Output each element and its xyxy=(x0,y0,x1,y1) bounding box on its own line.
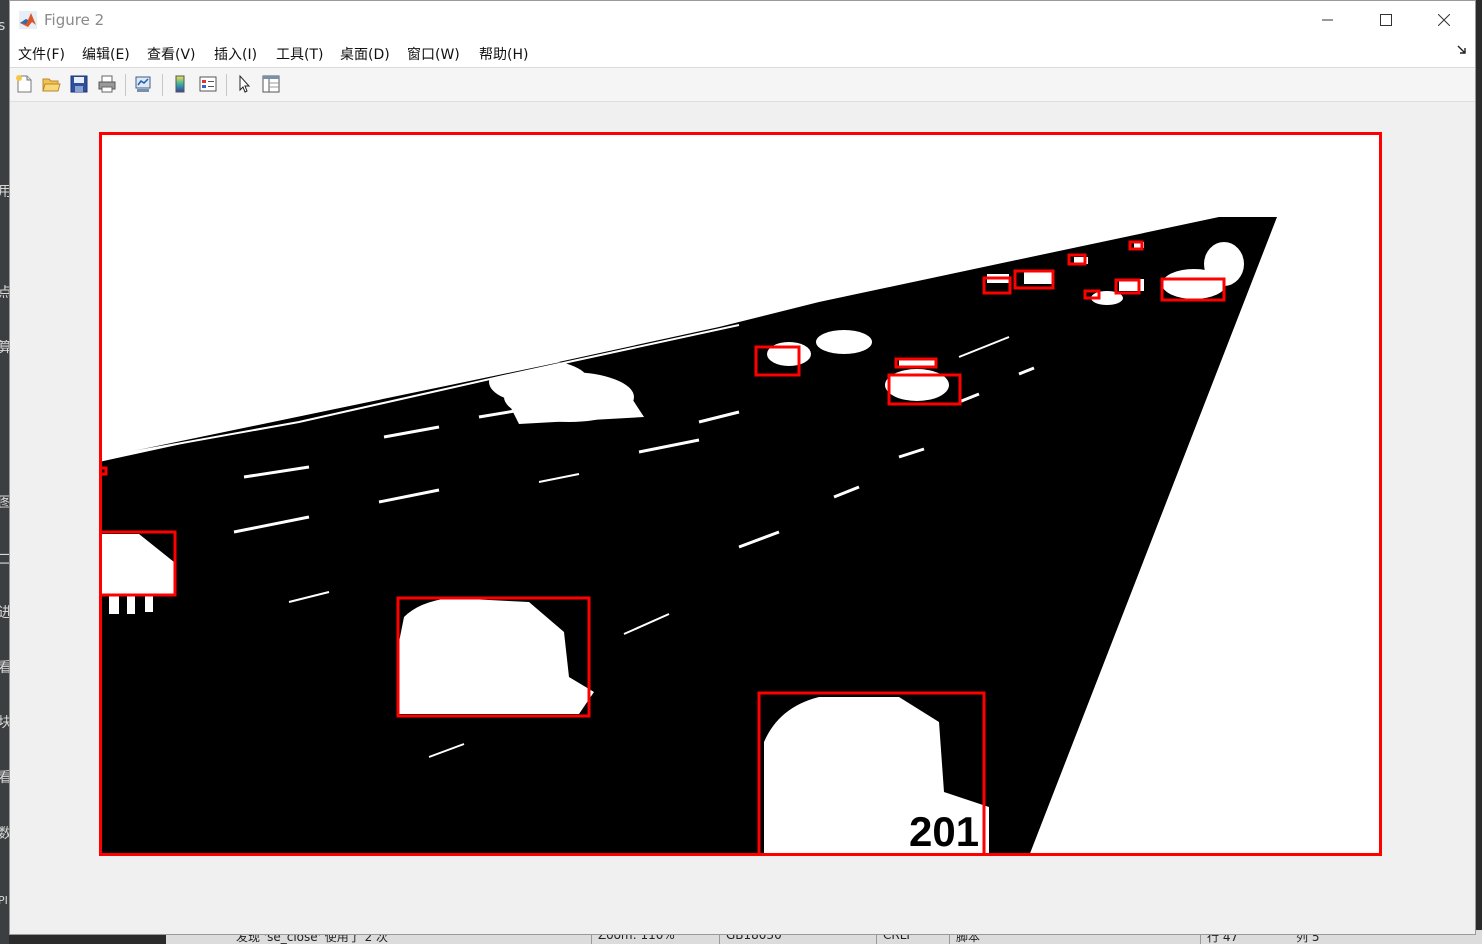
background-glyph: 进 xyxy=(0,605,9,621)
print-icon xyxy=(98,75,116,93)
background-glyph: 图 xyxy=(0,495,9,511)
background-glyph: s xyxy=(0,18,6,34)
image-overlay-text: 201 xyxy=(909,808,979,855)
maximize-button[interactable] xyxy=(1357,1,1415,39)
close-icon xyxy=(1438,14,1450,26)
background-glyph: PI xyxy=(0,894,8,907)
maximize-icon xyxy=(1380,14,1392,26)
save-figure-button[interactable] xyxy=(67,72,91,96)
menu-file[interactable]: 文件(F) xyxy=(18,44,65,64)
figure-toolbar xyxy=(10,68,1475,102)
menu-tools[interactable]: 工具(T) xyxy=(276,44,323,64)
property-inspector-button[interactable] xyxy=(259,72,283,96)
edit-plot-button[interactable] xyxy=(232,72,256,96)
menu-edit[interactable]: 编辑(E) xyxy=(82,44,130,64)
open-file-button[interactable] xyxy=(39,72,63,96)
new-figure-button[interactable] xyxy=(12,72,36,96)
menu-desktop[interactable]: 桌面(D) xyxy=(340,44,390,64)
link-plot-icon xyxy=(135,76,151,92)
legend-icon xyxy=(199,76,217,92)
minimize-icon xyxy=(1322,19,1333,21)
background-glyph: 算 xyxy=(0,340,9,356)
background-glyph: 数 xyxy=(0,826,9,842)
matlab-logo-icon xyxy=(19,11,37,29)
dock-arrow-icon[interactable] xyxy=(1457,45,1467,55)
pointer-icon xyxy=(239,74,251,93)
menu-insert[interactable]: 插入(I) xyxy=(214,44,257,64)
insert-legend-button[interactable] xyxy=(196,72,220,96)
background-glyph: 点 xyxy=(0,285,9,301)
title-bar[interactable]: Figure 2 xyxy=(10,1,1475,39)
background-glyph: 看 xyxy=(0,660,9,676)
insert-colorbar-button[interactable] xyxy=(168,72,192,96)
menu-window[interactable]: 窗口(W) xyxy=(407,44,460,64)
background-glyph: 二 xyxy=(0,552,9,568)
property-inspector-icon xyxy=(262,75,280,93)
close-button[interactable] xyxy=(1415,1,1473,39)
link-plot-button[interactable] xyxy=(131,72,155,96)
menu-view[interactable]: 查看(V) xyxy=(147,44,196,64)
minimize-button[interactable] xyxy=(1299,1,1357,39)
save-icon xyxy=(70,75,88,93)
menu-bar: 文件(F) 编辑(E) 查看(V) 插入(I) 工具(T) 桌面(D) 窗口(W… xyxy=(10,39,1475,68)
background-glyph: 块 xyxy=(0,715,9,731)
detection-mask-image[interactable]: 201 xyxy=(99,132,1382,856)
figure-window: Figure 2 文件(F) 编辑(E) 查看(V) 插入(I) 工具(T) 桌… xyxy=(9,0,1476,935)
background-app-sidebar: s 用 点 算 图 二 进 看 块 看 数 PI xyxy=(0,0,9,944)
colorbar-icon xyxy=(175,75,185,93)
menu-help[interactable]: 帮助(H) xyxy=(479,44,528,64)
folder-open-icon xyxy=(42,78,61,92)
background-glyph: 看 xyxy=(0,770,9,786)
background-glyph: 用 xyxy=(0,184,9,200)
window-title: Figure 2 xyxy=(44,11,105,29)
print-figure-button[interactable] xyxy=(95,72,119,96)
new-file-icon xyxy=(16,75,32,93)
